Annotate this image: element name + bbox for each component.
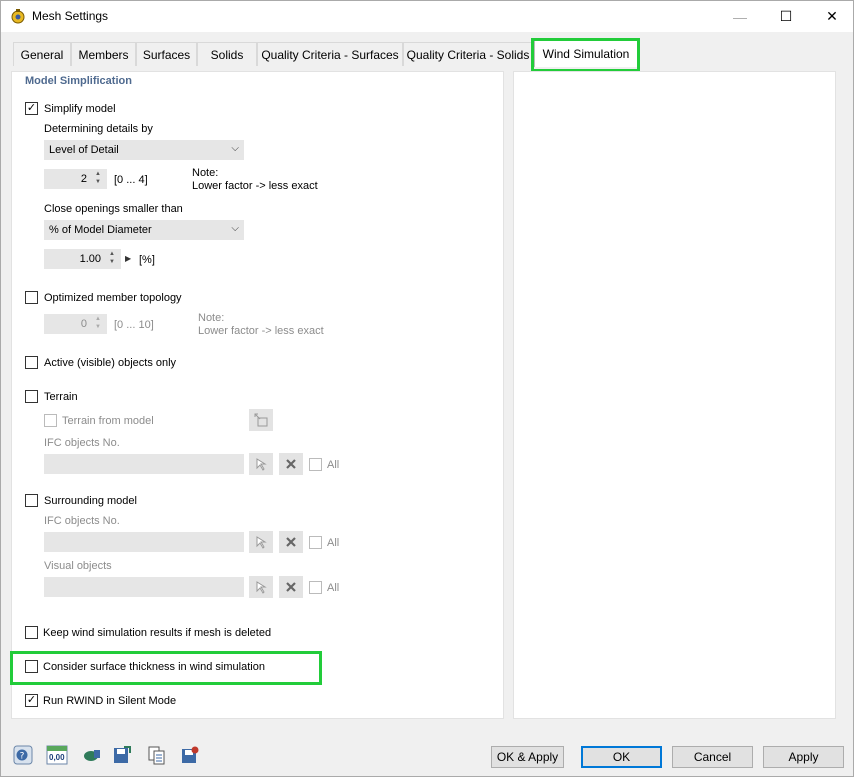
clear-x-icon <box>286 537 296 547</box>
keep-results-label: Keep wind simulation results if mesh is … <box>43 627 272 639</box>
visual-objects-input[interactable] <box>44 577 244 597</box>
spin-arrows-icon[interactable]: ▲ ▼ <box>107 250 117 266</box>
terrain-ifc-input[interactable] <box>44 454 244 474</box>
visual-objects-all-label: All <box>327 582 340 594</box>
determining-select[interactable]: Level of Detail ⌵ <box>44 140 244 160</box>
optimized-topology-checkbox[interactable] <box>25 291 38 304</box>
terrain-ifc-label: IFC objects No. <box>44 437 120 449</box>
spin-right-arrow-icon[interactable]: ▶ <box>125 254 131 263</box>
copy-settings-icon[interactable] <box>146 744 168 766</box>
simplify-model-label: Simplify model <box>44 103 116 115</box>
terrain-clear-button[interactable] <box>279 453 303 475</box>
tab-general[interactable]: General <box>13 42 71 66</box>
maximize-button[interactable]: ☐ <box>763 1 809 32</box>
tab-members[interactable]: Members <box>71 42 136 66</box>
preview-panel <box>513 71 836 719</box>
close-openings-label: Close openings smaller than <box>44 203 183 215</box>
ok-button[interactable]: OK <box>581 746 662 768</box>
tab-bar: General Members Surfaces Solids Quality … <box>1 32 853 71</box>
optimized-topology-label: Optimized member topology <box>44 292 182 304</box>
visual-objects-label: Visual objects <box>44 560 112 572</box>
minimize-button[interactable]: — <box>717 1 763 32</box>
terrain-pick-button[interactable] <box>249 453 273 475</box>
surrounding-ifc-pick-button[interactable] <box>249 531 273 553</box>
title-bar: Mesh Settings — ☐ ✕ <box>1 1 853 32</box>
simplify-model-checkbox[interactable]: ✓ <box>25 102 38 115</box>
spin-arrows-icon[interactable]: ▲ ▼ <box>93 170 103 186</box>
topology-note-title: Note: <box>198 312 225 324</box>
surrounding-model-checkbox[interactable] <box>25 494 38 507</box>
save-settings-icon[interactable] <box>111 744 133 766</box>
section-heading: Model Simplification <box>25 75 132 87</box>
terrain-all-label: All <box>327 459 340 471</box>
active-objects-checkbox[interactable] <box>25 356 38 369</box>
surrounding-ifc-input[interactable] <box>44 532 244 552</box>
chevron-down-icon: ⌵ <box>231 143 239 154</box>
help-icon[interactable]: ? <box>12 744 34 766</box>
surrounding-model-label: Surrounding model <box>44 495 137 507</box>
silent-mode-label: Run RWIND in Silent Mode <box>43 695 177 707</box>
level-range: [0 ... 4] <box>114 174 148 186</box>
close-openings-select[interactable]: % of Model Diameter ⌵ <box>44 220 244 240</box>
surrounding-ifc-all-label: All <box>327 537 340 549</box>
display-icon[interactable] <box>81 744 103 766</box>
close-openings-select-value: % of Model Diameter <box>49 224 152 236</box>
level-of-detail-spinner[interactable]: 2 ▲ ▼ <box>44 169 107 189</box>
terrain-checkbox[interactable] <box>25 390 38 403</box>
level-value: 2 <box>80 173 87 185</box>
units-icon[interactable]: 0,00 <box>46 744 68 766</box>
chevron-down-icon: ⌵ <box>231 223 239 234</box>
tab-wind-simulation[interactable]: Wind Simulation <box>534 40 638 67</box>
topology-note-text: Lower factor -> less exact <box>198 325 324 337</box>
cancel-button[interactable]: Cancel <box>672 746 753 768</box>
active-objects-label: Active (visible) objects only <box>44 357 177 369</box>
surrounding-ifc-all-checkbox[interactable] <box>309 536 322 549</box>
tab-quality-criteria-surfaces[interactable]: Quality Criteria - Surfaces <box>257 42 403 66</box>
app-icon <box>10 8 26 24</box>
window-title: Mesh Settings <box>32 9 109 23</box>
silent-mode-checkbox[interactable]: ✓ <box>25 694 38 707</box>
svg-text:?: ? <box>20 752 25 762</box>
topology-range: [0 ... 10] <box>114 319 154 331</box>
pick-cursor-icon <box>256 536 267 549</box>
consider-thickness-label: Consider surface thickness in wind simul… <box>43 661 265 673</box>
diameter-unit: [%] <box>139 254 155 266</box>
topology-spinner[interactable]: 0 ▲ ▼ <box>44 314 107 334</box>
tab-solids[interactable]: Solids <box>197 42 257 66</box>
clear-x-icon <box>286 582 296 592</box>
spin-arrows-icon[interactable]: ▲ ▼ <box>93 315 103 331</box>
level-note-title: Note: <box>192 167 219 179</box>
units-icon-text: 0,00 <box>49 753 65 762</box>
surrounding-ifc-label: IFC objects No. <box>44 515 120 527</box>
clear-x-icon <box>286 459 296 469</box>
pick-cursor-icon <box>256 581 267 594</box>
terrain-from-model-label: Terrain from model <box>62 415 154 427</box>
determining-label: Determining details by <box>44 123 153 135</box>
keep-results-checkbox[interactable] <box>25 626 38 639</box>
ok-apply-button[interactable]: OK & Apply <box>491 746 564 768</box>
visual-objects-pick-button[interactable] <box>249 576 273 598</box>
select-object-icon <box>254 413 268 427</box>
terrain-from-model-checkbox[interactable] <box>44 414 57 427</box>
topology-value: 0 <box>80 318 87 330</box>
apply-button[interactable]: Apply <box>763 746 844 768</box>
mesh-settings-dialog: Mesh Settings — ☐ ✕ General Members Surf… <box>0 0 854 777</box>
level-note-text: Lower factor -> less exact <box>192 180 318 192</box>
terrain-all-checkbox[interactable] <box>309 458 322 471</box>
diameter-value: 1.00 <box>79 253 101 265</box>
close-button[interactable]: ✕ <box>809 1 854 32</box>
surrounding-ifc-clear-button[interactable] <box>279 531 303 553</box>
determining-select-value: Level of Detail <box>49 144 119 156</box>
diameter-spinner[interactable]: 1.00 ▲ ▼ <box>44 249 121 269</box>
load-settings-icon[interactable] <box>179 744 201 766</box>
visual-objects-clear-button[interactable] <box>279 576 303 598</box>
pick-cursor-icon <box>256 458 267 471</box>
tab-surfaces[interactable]: Surfaces <box>136 42 197 66</box>
consider-thickness-checkbox[interactable] <box>25 660 38 673</box>
pick-terrain-button[interactable] <box>249 409 273 431</box>
tab-quality-criteria-solids[interactable]: Quality Criteria - Solids <box>403 42 533 66</box>
visual-objects-all-checkbox[interactable] <box>309 581 322 594</box>
terrain-label: Terrain <box>44 391 78 403</box>
